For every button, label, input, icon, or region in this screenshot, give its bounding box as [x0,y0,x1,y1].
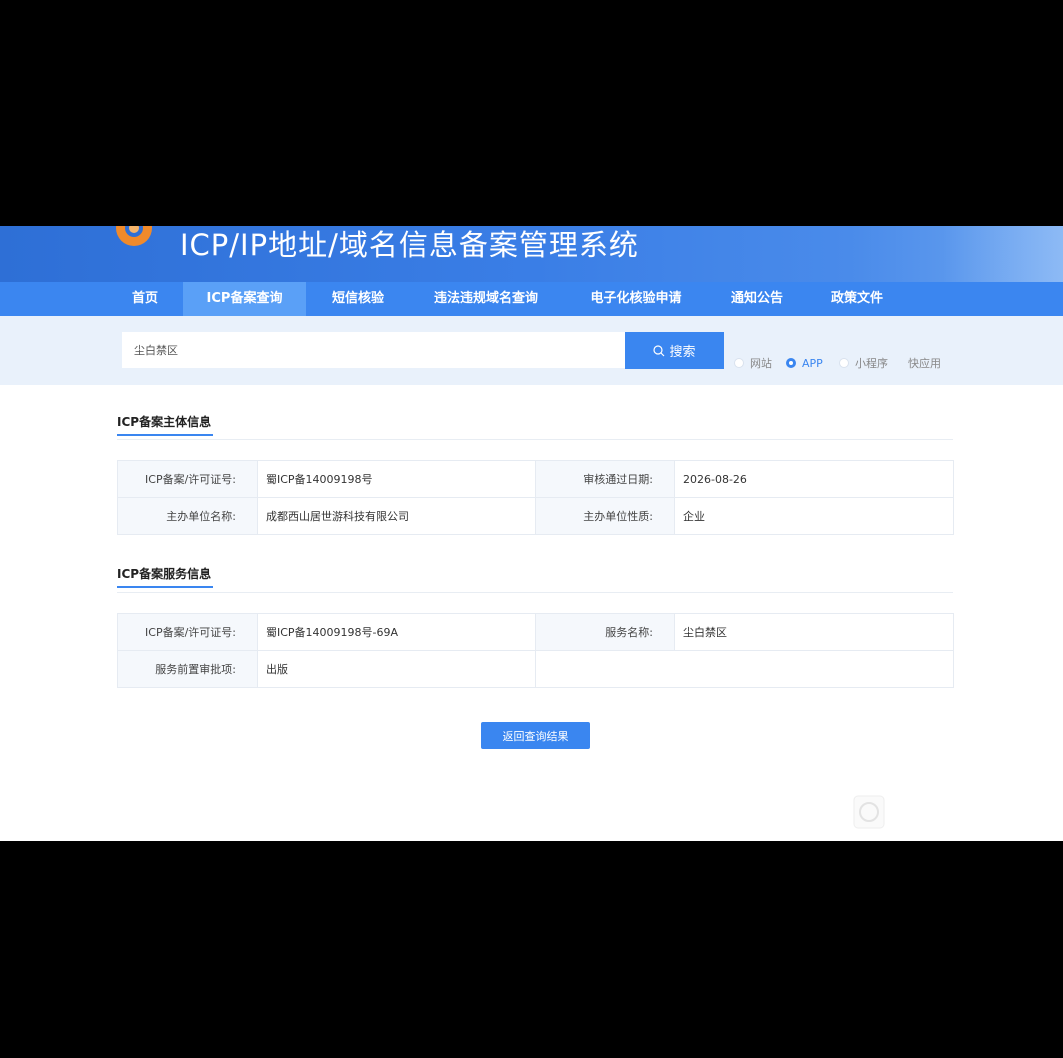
section-divider [117,592,953,593]
main-nav: 首页 ICP备案查询 短信核验 违法违规域名查询 电子化核验申请 通知公告 政策… [0,282,1063,316]
search-button[interactable]: 搜索 [625,332,724,369]
value-service-name: 尘白禁区 [674,613,954,651]
label-pre-approval: 服务前置审批项: [117,650,258,688]
title-underline [117,434,213,436]
label-approval-date: 审核通过日期: [535,460,675,498]
value-organizer-type: 企业 [674,497,954,535]
label-license-number: ICP备案/许可证号: [117,460,258,498]
subject-section-title: ICP备案主体信息 [117,413,213,436]
radio-label: 小程序 [855,357,888,370]
search-button-label: 搜索 [669,345,696,360]
header-banner: ICP/IP地址/域名信息备案管理系统 [0,226,1063,282]
label-service-name: 服务名称: [535,613,675,651]
search-icon [653,344,665,356]
label-service-license-number: ICP备案/许可证号: [117,613,258,651]
radio-quick-app[interactable]: 快应用 [891,355,941,371]
table-row: ICP备案/许可证号: 蜀ICP备14009198号 审核通过日期: 2026-… [117,460,954,498]
radio-label: 快应用 [908,357,941,370]
nav-item-illegal-domain[interactable]: 违法违规域名查询 [420,282,552,316]
gear-logo-icon [116,226,152,246]
radio-mini-program[interactable]: 小程序 [839,355,888,371]
search-input[interactable] [122,332,625,368]
nav-item-sms-verify[interactable]: 短信核验 [318,282,398,316]
radio-dot [734,358,744,368]
nav-item-icp-query[interactable]: ICP备案查询 [183,282,306,316]
banner-decoration [943,226,1063,282]
app-screen: ICP/IP地址/域名信息备案管理系统 首页 ICP备案查询 短信核验 违法违规… [0,226,1063,841]
table-row: 主办单位名称: 成都西山居世游科技有限公司 主办单位性质: 企业 [117,497,954,535]
value-approval-date: 2026-08-26 [674,460,954,498]
radio-website[interactable]: 网站 [734,355,772,371]
subject-section-title-text: ICP备案主体信息 [117,415,212,429]
floating-assistant-icon[interactable] [853,795,885,829]
radio-label: APP [802,356,823,370]
nav-item-policies[interactable]: 政策文件 [818,282,896,316]
service-section-title-text: ICP备案服务信息 [117,567,212,581]
section-divider [117,439,953,440]
label-organizer-type: 主办单位性质: [535,497,675,535]
table-row: 服务前置审批项: 出版 [117,650,954,688]
value-service-license-number: 蜀ICP备14009198号-69A [257,613,536,651]
nav-item-notices[interactable]: 通知公告 [718,282,796,316]
nav-item-home[interactable]: 首页 [117,282,173,316]
radio-dot [839,358,849,368]
title-underline [117,586,213,588]
table-row: ICP备案/许可证号: 蜀ICP备14009198号-69A 服务名称: 尘白禁… [117,613,954,651]
radio-label: 网站 [750,357,772,370]
empty-cell [535,650,954,688]
service-section-title: ICP备案服务信息 [117,565,213,588]
site-title: ICP/IP地址/域名信息备案管理系统 [180,228,639,262]
label-organizer-name: 主办单位名称: [117,497,258,535]
subject-info-table: ICP备案/许可证号: 蜀ICP备14009198号 审核通过日期: 2026-… [117,460,954,535]
search-bar: 搜索 网站 APP 小程序 快应用 [0,316,1063,385]
radio-dot [786,358,796,368]
nav-item-e-verify[interactable]: 电子化核验申请 [575,282,697,316]
service-info-table: ICP备案/许可证号: 蜀ICP备14009198号-69A 服务名称: 尘白禁… [117,613,954,688]
back-to-results-button[interactable]: 返回查询结果 [481,722,590,749]
value-pre-approval: 出版 [257,650,536,688]
value-license-number: 蜀ICP备14009198号 [257,460,536,498]
value-organizer-name: 成都西山居世游科技有限公司 [257,497,536,535]
radio-app[interactable]: APP [786,355,823,371]
